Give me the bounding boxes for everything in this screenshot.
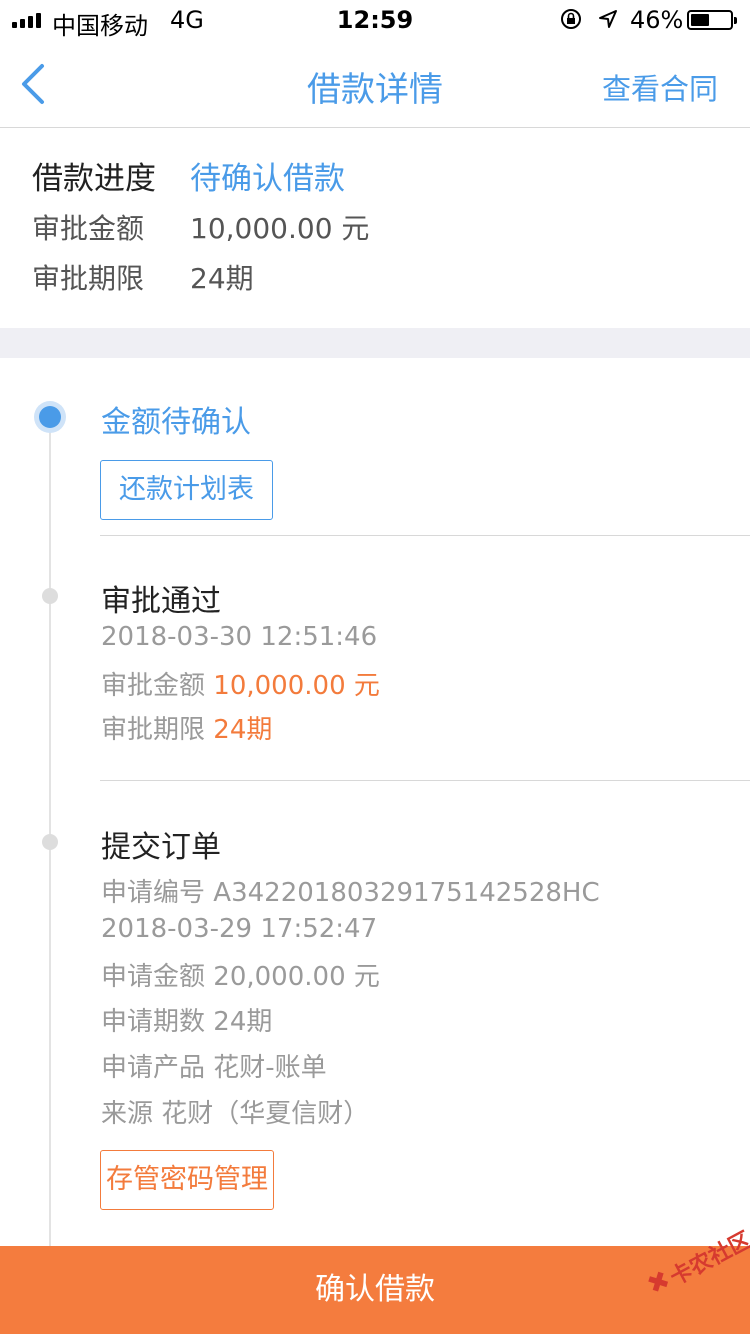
navigation-bar: 借款详情 查看合同 [0, 40, 750, 128]
battery-percent: 46% [630, 6, 684, 34]
progress-row: 借款进度 待确认借款 [32, 153, 345, 198]
approved-term-row: 审批期限 24期 [32, 257, 254, 297]
detail-value: 花财-账单 [213, 1053, 327, 1083]
approved-term-detail: 审批期限 24期 [101, 709, 272, 746]
application-periods: 申请期数 24期 [101, 1001, 272, 1038]
detail-value: 24期 [213, 715, 273, 745]
battery-icon [687, 10, 737, 30]
custody-password-button[interactable]: 存管密码管理 [100, 1150, 274, 1210]
detail-label: 审批金额 [101, 671, 206, 701]
step-approved-title: 审批通过 [101, 584, 221, 619]
view-contract-link[interactable]: 查看合同 [602, 66, 718, 108]
section-separator [0, 328, 750, 358]
detail-value: A342201803291751425​28HC [213, 878, 600, 908]
approved-datetime: 2018-03-30 12:51:46 [101, 622, 378, 652]
watermark-text: 卡农社区 [666, 1227, 750, 1291]
approved-amount-label: 审批金额 [32, 212, 145, 245]
application-product: 申请产品 花财-账单 [101, 1047, 327, 1084]
progress-status: 待确认借款 [190, 161, 345, 197]
detail-label: 申请期数 [101, 1007, 206, 1037]
detail-label: 审批期限 [101, 715, 206, 745]
application-source: 来源 花财（华夏信财） [101, 1093, 369, 1130]
application-amount: 申请金额 20,000.00 元 [101, 956, 380, 993]
timeline-dot-current [34, 401, 66, 433]
timeline-divider [100, 780, 750, 781]
detail-label: 来源 [101, 1099, 154, 1129]
approved-amount-row: 审批金额 10,000.00 元 [32, 207, 369, 247]
detail-value: 20,000.00 元 [213, 962, 380, 992]
progress-label: 借款进度 [32, 161, 156, 197]
orientation-lock-icon [561, 9, 581, 29]
detail-value: 24期 [213, 1007, 273, 1037]
approved-term-label: 审批期限 [32, 262, 145, 295]
detail-label: 申请产品 [101, 1053, 206, 1083]
step-order-submitted-title: 提交订单 [101, 830, 221, 865]
approved-term-value: 24期 [190, 262, 254, 295]
loan-detail-page: 中国移动 4G 12:59 46% 借款详情 查看合同 借款进度 待确认借款 审… [0, 0, 750, 1334]
submitted-datetime: 2018-03-29 17:52:47 [101, 914, 378, 944]
approved-amount-value: 10,000.00 元 [190, 212, 370, 245]
detail-value: 10,000.00 元 [213, 671, 380, 701]
detail-label: 申请金额 [101, 962, 206, 992]
loan-summary: 借款进度 待确认借款 审批金额 10,000.00 元 审批期限 24期 [0, 129, 750, 328]
timeline-divider [100, 535, 750, 536]
repayment-plan-button[interactable]: 还款计划表 [100, 460, 273, 520]
detail-label: 申请编号 [101, 878, 206, 908]
timeline-line [49, 418, 51, 1246]
application-number: 申请编号 A342201803291751425​28HC [101, 872, 600, 909]
step-amount-pending-title: 金额待确认 [101, 405, 251, 440]
detail-value: 花财（华夏信财） [161, 1099, 370, 1129]
timeline-dot [42, 588, 58, 604]
approved-amount-detail: 审批金额 10,000.00 元 [101, 665, 380, 702]
timeline-dot [42, 834, 58, 850]
status-bar: 中国移动 4G 12:59 46% [0, 0, 750, 40]
location-arrow-icon [599, 10, 617, 28]
